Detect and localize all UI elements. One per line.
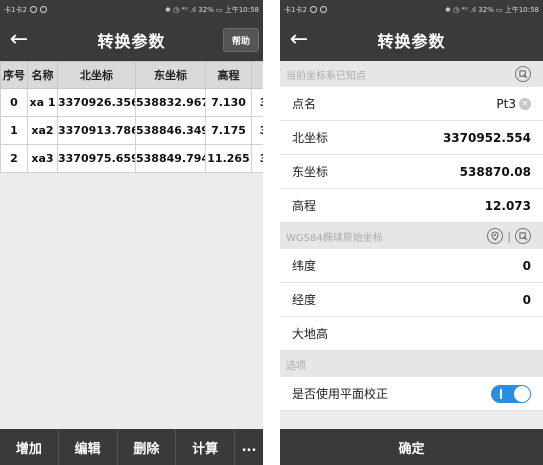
- point-name-input[interactable]: Pt3: [496, 97, 516, 111]
- import-glyph-icon: [518, 231, 527, 240]
- cell-extra: 3: [251, 88, 263, 117]
- cell-east: 538846.349: [135, 116, 206, 145]
- status-bar: 卡1卡2 ✱ ◷ ⁴ᴳ .ıl 32% ▭ 上午10:58: [0, 0, 263, 19]
- cell-north: 3370975.659: [57, 144, 136, 173]
- height-row[interactable]: 高程 12.073: [280, 189, 543, 223]
- east-row[interactable]: 东坐标 538870.08: [280, 155, 543, 189]
- import-glyph-icon: [518, 69, 527, 78]
- status-right: ✱ ◷ ⁴ᴳ .ıl 32% ▭ 上午10:58: [444, 5, 539, 14]
- cell-name: xa2: [27, 116, 58, 145]
- location-pin-icon[interactable]: [487, 228, 504, 244]
- more-button[interactable]: ...: [235, 429, 263, 465]
- import-point-icon[interactable]: [515, 66, 531, 82]
- longitude-input[interactable]: 0: [523, 293, 531, 307]
- point-name-row[interactable]: 点名 Pt3 ×: [280, 87, 543, 121]
- north-row[interactable]: 北坐标 3370952.554: [280, 121, 543, 155]
- cell-name: xa 1: [27, 88, 58, 117]
- cell-height: 7.175: [205, 116, 252, 145]
- notification-icon: [29, 6, 37, 13]
- table-header-row: 序号 名称 北坐标 东坐标 高程: [0, 61, 263, 89]
- latitude-input[interactable]: 0: [523, 259, 531, 273]
- height-input[interactable]: 12.073: [485, 199, 531, 213]
- cell-east: 538832.967: [135, 88, 206, 117]
- pin-glyph-icon: [491, 231, 499, 241]
- longitude-row[interactable]: 经度 0: [280, 283, 543, 317]
- import-wgs-icon[interactable]: [515, 228, 531, 244]
- help-button[interactable]: 帮助: [223, 28, 259, 52]
- divider: |: [507, 229, 511, 243]
- title-bar: ← 转换参数: [280, 19, 543, 61]
- right-screen: 卡1卡2 ✱ ◷ ⁴ᴳ .ıl 32% ▭ 上午10:58 ← 转换参数 当前坐…: [280, 0, 543, 465]
- toggle-knob: [514, 385, 530, 402]
- cell-index: 0: [0, 88, 28, 117]
- plane-correction-row[interactable]: 是否使用平面校正: [280, 377, 543, 411]
- cell-extra: 3: [251, 144, 263, 173]
- left-screen: 卡1卡2 ✱ ◷ ⁴ᴳ .ıl 32% ▭ 上午10:58 ← 转换参数 帮助 …: [0, 0, 263, 465]
- notification-icon: [309, 6, 317, 13]
- points-table-wrap[interactable]: 序号 名称 北坐标 东坐标 高程 0 xa 1 3370926.356 5388…: [0, 61, 263, 173]
- cell-north: 3370926.356: [57, 88, 136, 117]
- plane-correction-toggle[interactable]: [491, 384, 531, 403]
- action-bar: 增加 编辑 删除 计算 ...: [0, 429, 263, 465]
- geodetic-height-row[interactable]: 大地高: [280, 317, 543, 351]
- cell-height: 7.130: [205, 88, 252, 117]
- title-bar: ← 转换参数 帮助: [0, 19, 263, 61]
- east-input[interactable]: 538870.08: [460, 165, 531, 179]
- delete-button[interactable]: 删除: [118, 429, 177, 465]
- cell-index: 1: [0, 116, 28, 145]
- status-bar: 卡1卡2 ✱ ◷ ⁴ᴳ .ıl 32% ▭ 上午10:58: [280, 0, 543, 19]
- status-left: 卡1卡2: [4, 5, 47, 15]
- table-row[interactable]: 1 xa2 3370913.786 538846.349 7.175 3: [0, 116, 263, 145]
- status-right: ✱ ◷ ⁴ᴳ .ıl 32% ▭ 上午10:58: [164, 5, 259, 14]
- add-button[interactable]: 增加: [0, 429, 59, 465]
- col-index-header: 序号: [0, 61, 28, 89]
- section-known-point: 当前坐标系已知点: [280, 61, 543, 87]
- back-arrow-icon[interactable]: ←: [286, 27, 312, 53]
- points-table: 序号 名称 北坐标 东坐标 高程 0 xa 1 3370926.356 5388…: [0, 61, 263, 173]
- shield-icon: [39, 6, 47, 13]
- table-row[interactable]: 2 xa3 3370975.659 538849.794 11.265 3: [0, 144, 263, 173]
- col-north-header: 北坐标: [57, 61, 136, 89]
- edit-button[interactable]: 编辑: [59, 429, 118, 465]
- cell-north: 3370913.786: [57, 116, 136, 145]
- toggle-on-mark: [500, 388, 502, 399]
- north-input[interactable]: 3370952.554: [443, 131, 531, 145]
- cell-extra: 3: [251, 116, 263, 145]
- cell-east: 538849.794: [135, 144, 206, 173]
- cell-name: xa3: [27, 144, 58, 173]
- shield-icon: [319, 6, 327, 13]
- section-options: 选项: [280, 351, 543, 377]
- col-height-header: 高程: [205, 61, 252, 89]
- confirm-button[interactable]: 确定: [280, 429, 543, 465]
- status-left: 卡1卡2: [284, 5, 327, 15]
- col-east-header: 东坐标: [135, 61, 206, 89]
- back-arrow-icon[interactable]: ←: [6, 27, 32, 53]
- cell-height: 11.265: [205, 144, 252, 173]
- table-row[interactable]: 0 xa 1 3370926.356 538832.967 7.130 3: [0, 88, 263, 117]
- page-title: 转换参数: [97, 32, 166, 51]
- col-name-header: 名称: [27, 61, 58, 89]
- page-title: 转换参数: [377, 32, 446, 51]
- cell-index: 2: [0, 144, 28, 173]
- latitude-row[interactable]: 纬度 0: [280, 249, 543, 283]
- clear-icon[interactable]: ×: [519, 97, 531, 110]
- section-wgs84: WGS84椭球原始坐标 |: [280, 223, 543, 249]
- calculate-button[interactable]: 计算: [176, 429, 235, 465]
- col-extra-header: [251, 61, 263, 89]
